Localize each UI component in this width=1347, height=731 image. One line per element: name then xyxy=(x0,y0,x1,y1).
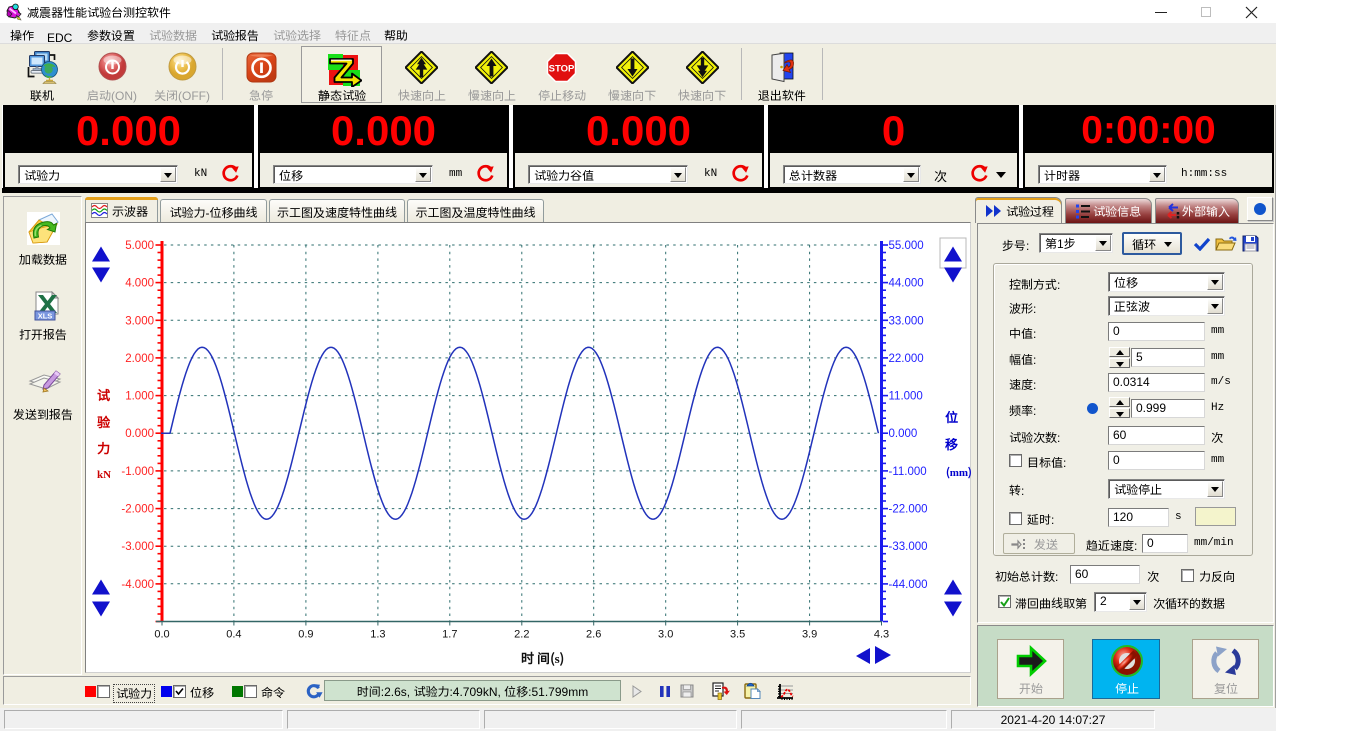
svg-text:试: 试 xyxy=(97,385,111,404)
svg-text:位: 位 xyxy=(944,407,958,426)
svg-text:22.000: 22.000 xyxy=(889,353,924,365)
svg-text:-22.000: -22.000 xyxy=(889,504,928,516)
svg-text:-2.000: -2.000 xyxy=(121,504,154,516)
svg-text:4.3: 4.3 xyxy=(874,629,889,641)
svg-text:4.000: 4.000 xyxy=(125,278,154,290)
svg-text:2.2: 2.2 xyxy=(514,629,529,641)
svg-text:0.0: 0.0 xyxy=(154,629,169,641)
svg-text:(mm): (mm) xyxy=(946,464,971,480)
svg-text:STOP: STOP xyxy=(549,64,575,75)
svg-text:5.000: 5.000 xyxy=(125,240,154,252)
svg-text:力: 力 xyxy=(96,438,110,457)
svg-text:33.000: 33.000 xyxy=(889,315,924,327)
svg-text:3.9: 3.9 xyxy=(802,629,817,641)
svg-text:3.000: 3.000 xyxy=(125,315,154,327)
svg-text:3.5: 3.5 xyxy=(730,629,745,641)
svg-text:-4.000: -4.000 xyxy=(121,579,154,591)
svg-text:-11.000: -11.000 xyxy=(889,466,927,478)
svg-text:XLS: XLS xyxy=(38,312,53,321)
svg-text:3.0: 3.0 xyxy=(658,629,673,641)
svg-text:-3.000: -3.000 xyxy=(121,541,154,553)
svg-text:1.000: 1.000 xyxy=(125,391,154,403)
svg-text:0.000: 0.000 xyxy=(125,428,154,440)
svg-text:2.000: 2.000 xyxy=(125,353,154,365)
svg-text:0.4: 0.4 xyxy=(226,629,241,641)
svg-text:0.9: 0.9 xyxy=(298,629,313,641)
svg-text:2.6: 2.6 xyxy=(586,629,601,641)
svg-text:11.000: 11.000 xyxy=(889,391,923,403)
svg-text:-44.000: -44.000 xyxy=(889,579,928,591)
svg-text:验: 验 xyxy=(97,412,111,431)
svg-text:1.3: 1.3 xyxy=(370,629,385,641)
svg-text:-33.000: -33.000 xyxy=(889,541,928,553)
svg-text:-1.000: -1.000 xyxy=(121,466,154,478)
svg-text:1.7: 1.7 xyxy=(442,629,457,641)
svg-text:0.000: 0.000 xyxy=(889,428,918,440)
svg-text:55.000: 55.000 xyxy=(889,240,924,252)
svg-text:移: 移 xyxy=(945,434,959,453)
svg-text:44.000: 44.000 xyxy=(889,278,924,290)
svg-text:kN: kN xyxy=(97,466,111,482)
svg-text:时 间(s): 时 间(s) xyxy=(521,648,564,667)
